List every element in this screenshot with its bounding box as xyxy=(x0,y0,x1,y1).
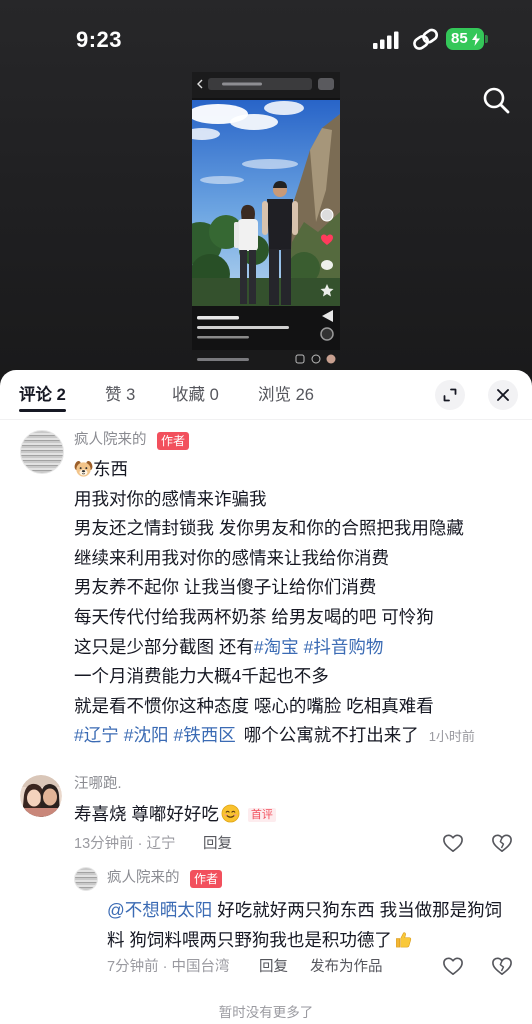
reply-button[interactable]: 回复 xyxy=(203,835,232,853)
avatar[interactable] xyxy=(74,867,98,891)
expand-button[interactable] xyxy=(435,380,465,410)
dislike-icon[interactable] xyxy=(491,833,513,853)
smiling-face-icon xyxy=(221,804,240,823)
comment-text: 寿喜烧 尊嘟好好吃 xyxy=(74,804,219,824)
comment-line: 东西 xyxy=(74,455,475,485)
publish-as-post-button[interactable]: 发布为作品 xyxy=(310,958,383,976)
dislike-icon[interactable] xyxy=(491,956,513,976)
tab-views[interactable]: 浏览 26 xyxy=(258,385,314,405)
comment-body: 寿喜烧 尊嘟好好吃 首评 xyxy=(74,800,276,828)
video-thumbnail[interactable] xyxy=(192,72,340,370)
avatar[interactable] xyxy=(20,430,64,474)
comment-author[interactable]: 汪哪跑. xyxy=(74,775,122,793)
expand-icon xyxy=(443,388,457,402)
comment-text: 东西 xyxy=(93,459,128,479)
comment-line: 男友养不起你 让我当傻子让给你们消费 xyxy=(74,573,475,603)
comment-text: 一个月消费能力大概4千起也不多 xyxy=(74,666,329,687)
signal-icon xyxy=(373,31,399,49)
comment-text: 就是看不惯你这种态度 噁心的嘴脸 吃相真难看 xyxy=(74,695,434,716)
comment-line: 一个月消费能力大概4千起也不多 xyxy=(74,662,475,692)
comment-author[interactable]: 疯人院来的 xyxy=(107,869,180,887)
author-badge: 作者 xyxy=(190,870,222,888)
comment-body: 东西 用我对你的感情来诈骗我 男友还之情封锁我 发你男友和你的合照把我用隐藏 继… xyxy=(74,455,475,751)
search-icon[interactable] xyxy=(482,86,512,116)
reply-body: @不想晒太阳 好吃就好两只狗东西 我当做那是狗饲料 狗饲料喂两只野狗我也是积功德了 xyxy=(107,895,509,955)
comment-text: 继续来利用我对你的感情来让我给你消费 xyxy=(74,547,389,568)
thumbnail-bottom-bar xyxy=(192,350,340,370)
close-button[interactable] xyxy=(488,380,518,410)
dog-face-icon xyxy=(74,460,93,477)
comment-meta: 13分钟前 · 辽宁 xyxy=(74,836,176,852)
hashtag-link[interactable]: #辽宁 xyxy=(74,725,119,745)
hashtag-link[interactable]: #抖音购物 xyxy=(304,637,384,657)
tabs-divider xyxy=(0,419,532,420)
comment-author[interactable]: 疯人院来的 xyxy=(74,431,147,449)
first-comment-badge: 首评 xyxy=(247,808,276,822)
heart-icon[interactable] xyxy=(442,956,464,976)
tab-likes[interactable]: 赞 3 xyxy=(105,385,135,405)
comment-line: 就是看不惯你这种态度 噁心的嘴脸 吃相真难看 xyxy=(74,692,475,722)
hashtag-link[interactable]: #淘宝 xyxy=(254,637,299,657)
comment-text: 男友还之情封锁我 发你男友和你的合照把我用隐藏 xyxy=(74,518,464,539)
author-badge: 作者 xyxy=(157,432,189,450)
comment-line: 继续来利用我对你的感情来让我给你消费 xyxy=(74,544,475,574)
link-icon xyxy=(413,28,439,50)
status-time: 9:23 xyxy=(76,27,123,52)
avatar[interactable] xyxy=(20,775,62,817)
tab-comments[interactable]: 评论 2 xyxy=(19,385,66,405)
comment-line: 用我对你的感情来诈骗我 xyxy=(74,485,475,515)
active-tab-indicator xyxy=(19,409,66,412)
heart-icon[interactable] xyxy=(442,833,464,853)
mention-link[interactable]: @不想晒太阳 xyxy=(107,900,212,920)
comment-meta: 7分钟前 · 中国台湾 xyxy=(107,959,230,975)
hashtag-link[interactable]: #铁西区 xyxy=(173,725,235,745)
thumbs-up-icon xyxy=(395,932,412,948)
comment-line: #辽宁 #沈阳 #铁西区 哪个公寓就不打出来了 1小时前 xyxy=(74,721,475,751)
comment-text: 每天传代付给我两杯奶茶 给男友喝的吧 可怜狗 xyxy=(74,606,434,627)
lightning-icon xyxy=(472,32,480,46)
hashtag-link[interactable]: #沈阳 xyxy=(124,725,169,745)
comment-line: 这只是少部分截图 还有#淘宝 #抖音购物 xyxy=(74,633,475,663)
comment-line: 男友还之情封锁我 发你男友和你的合照把我用隐藏 xyxy=(74,514,475,544)
close-icon xyxy=(497,389,509,401)
tab-favorites[interactable]: 收藏 0 xyxy=(172,385,219,405)
comment-text: 男友养不起你 让我当傻子让给你们消费 xyxy=(74,577,377,598)
battery-charging-icon: 85 xyxy=(446,28,484,50)
battery-level: 85 xyxy=(451,30,468,47)
thumbnail-photo xyxy=(192,100,340,306)
battery-cap xyxy=(485,35,488,43)
reply-button[interactable]: 回复 xyxy=(259,958,288,976)
no-more-comments: 暂时没有更多了 xyxy=(218,1005,314,1020)
thumbnail-top-bar xyxy=(192,72,340,98)
comment-text: 用我对你的感情来诈骗我 xyxy=(74,488,267,509)
comment-time: 1小时前 xyxy=(428,729,475,745)
comment-line: 每天传代付给我两杯奶茶 给男友喝的吧 可怜狗 xyxy=(74,603,475,633)
comment-text: 哪个公寓就不打出来了 xyxy=(243,725,419,746)
comment-text: 这只是少部分截图 还有 xyxy=(74,636,254,657)
